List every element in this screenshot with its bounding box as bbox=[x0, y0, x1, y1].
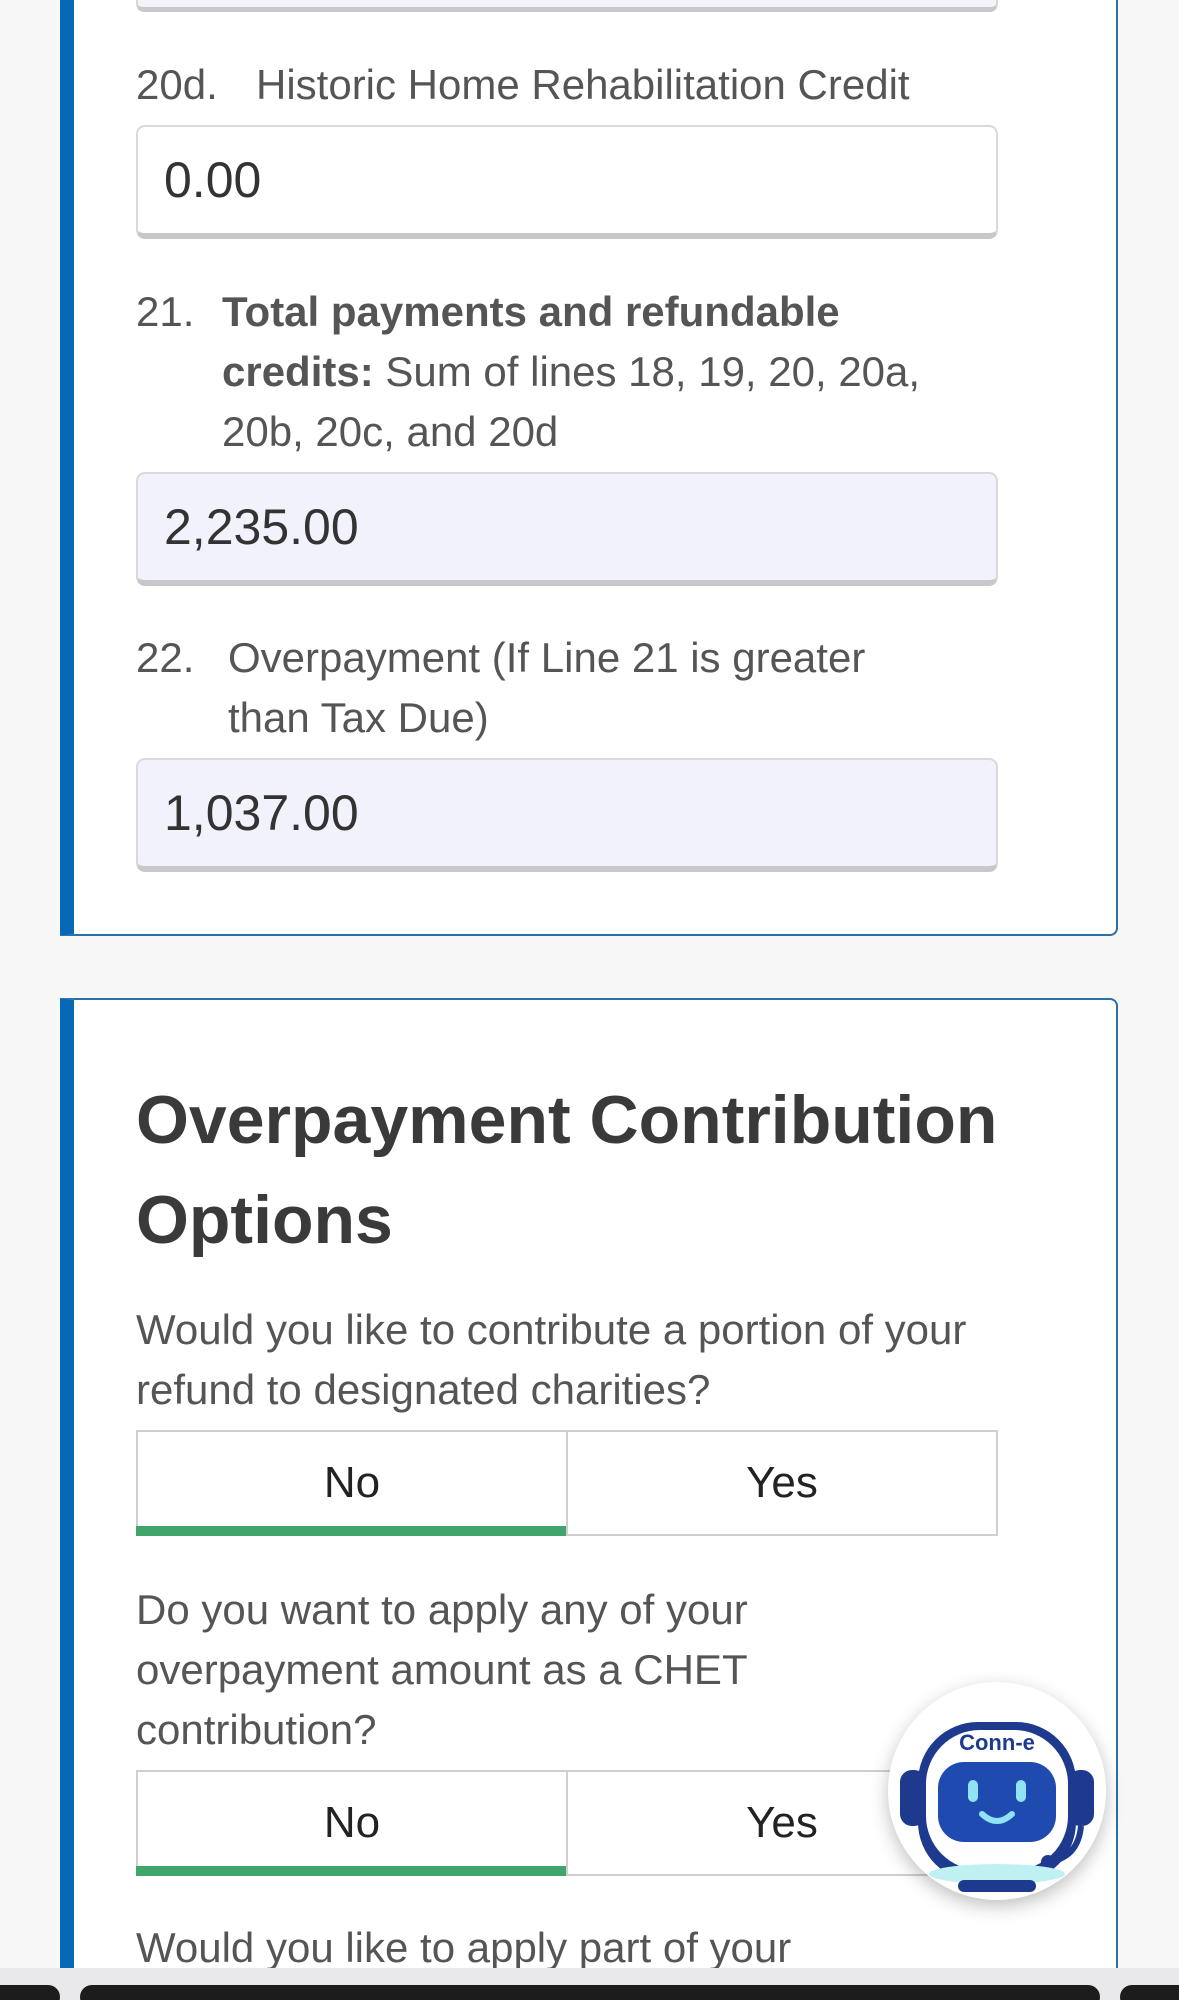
chet-toggle: No Yes bbox=[136, 1770, 998, 1876]
total-payments-field: 2,235.00 bbox=[136, 472, 998, 586]
bot-name-label: Conn-e bbox=[959, 1730, 1035, 1755]
charity-yes-option[interactable]: Yes bbox=[566, 1432, 996, 1534]
charity-no-option[interactable]: No bbox=[136, 1432, 566, 1536]
line-20d-label: 20d. Historic Home Rehabilitation Credit bbox=[136, 55, 1036, 115]
tax-form-page: 20d. Historic Home Rehabilitation Credit… bbox=[0, 0, 1179, 2000]
line-number: 22. bbox=[136, 634, 195, 681]
browser-tab-pill[interactable] bbox=[0, 1985, 60, 2000]
line-22-label: 22. Overpayment (If Line 21 is greater t… bbox=[136, 628, 1036, 748]
line-21-label: 21. Total payments and refundable credit… bbox=[136, 282, 1036, 462]
charity-question: Would you like to contribute a portion o… bbox=[136, 1306, 967, 1413]
chat-assistant-button[interactable]: Conn-e bbox=[888, 1682, 1106, 1900]
robot-icon: Conn-e bbox=[900, 1722, 1094, 1892]
line-text: Total payments and refundable credits: S… bbox=[222, 282, 982, 462]
line-text: Historic Home Rehabilitation Credit bbox=[256, 61, 910, 108]
browser-address-pill[interactable] bbox=[80, 1985, 1100, 2000]
chet-no-option[interactable]: No bbox=[136, 1772, 566, 1876]
section-title: Overpayment Contribution Options bbox=[136, 1082, 998, 1258]
line-number: 20d. bbox=[136, 61, 218, 108]
historic-home-credit-input[interactable]: 0.00 bbox=[136, 125, 998, 239]
chet-question: Do you want to apply any of your overpay… bbox=[136, 1586, 748, 1753]
overpayment-field: 1,037.00 bbox=[136, 758, 998, 872]
browser-tab-pill[interactable] bbox=[1120, 1985, 1179, 2000]
line-number: 21. bbox=[136, 288, 195, 335]
charity-toggle: No Yes bbox=[136, 1430, 998, 1536]
line-text: Overpayment (If Line 21 is greater than … bbox=[228, 634, 866, 741]
previous-field[interactable] bbox=[136, 0, 998, 12]
